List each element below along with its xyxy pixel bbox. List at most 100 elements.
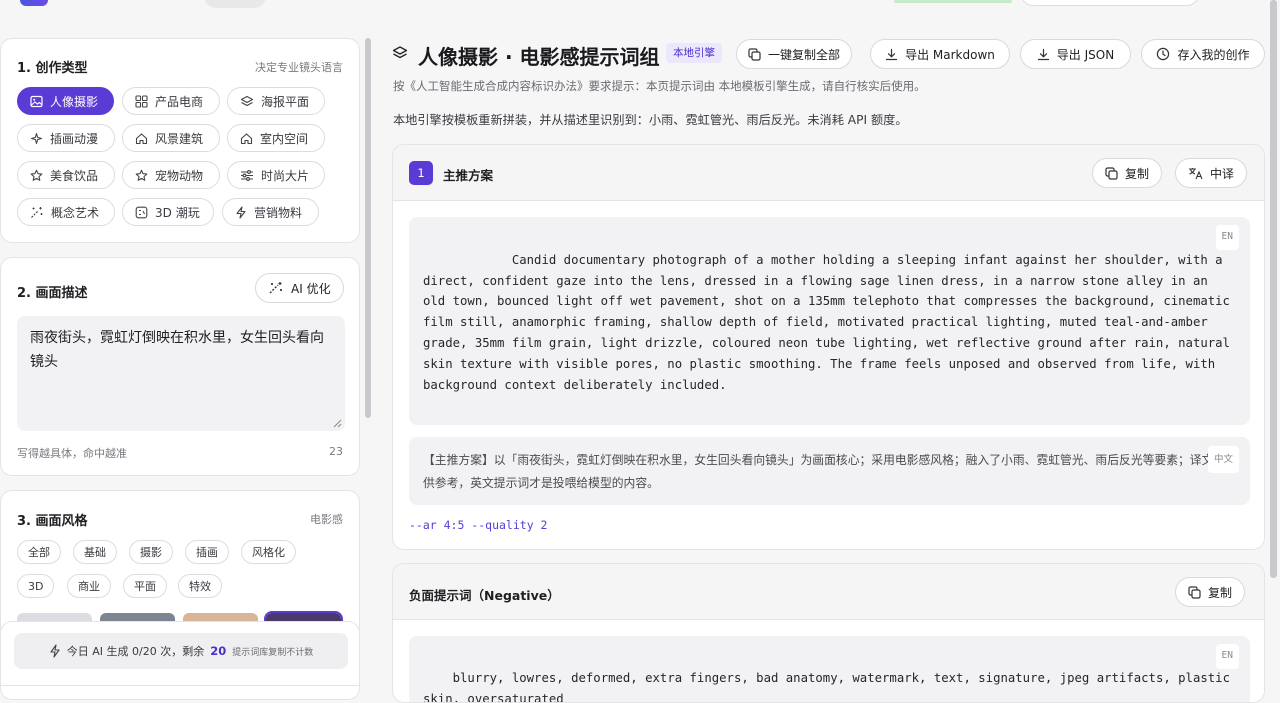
type-chip-label: 宠物动物	[155, 168, 204, 183]
english-lang-badge: EN	[1215, 225, 1239, 250]
app-logo	[20, 0, 48, 6]
negative-title: 负面提示词（Negative）	[409, 588, 560, 603]
action-button[interactable]: 导出 Markdown	[870, 39, 1010, 69]
negative-lang-badge: EN	[1215, 644, 1239, 669]
ai-optimize-button[interactable]: AI 优化	[255, 273, 344, 303]
type-chip[interactable]: 宠物动物	[122, 161, 220, 189]
type-chip-label: 产品电商	[155, 94, 204, 109]
plan-title: 主推方案	[443, 168, 494, 183]
type-chip-label: 3D 潮玩	[155, 205, 200, 220]
action-button[interactable]: 存入我的创作	[1141, 39, 1265, 69]
resize-handle-icon	[333, 419, 342, 428]
plan-number-badge: 1	[409, 161, 433, 185]
chinese-lang-badge: 中文	[1207, 446, 1239, 473]
description-text: 雨夜街头，霓虹灯倒映在积水里，女生回头看向镜头	[30, 330, 324, 370]
copy-button[interactable]: 复制	[1092, 158, 1163, 188]
style-section-note: 电影感	[310, 513, 343, 526]
type-chip[interactable]: 营销物料	[222, 198, 319, 226]
clock-icon	[1156, 47, 1170, 61]
bolt-icon	[235, 205, 247, 219]
style-tag[interactable]: 摄影	[129, 540, 173, 564]
negative-prompt-box[interactable]: EN blurry, lowres, deformed, extra finger…	[409, 636, 1250, 702]
negative-prompt-card: 负面提示词（Negative） 复制 EN blurry, lowres, def…	[392, 563, 1265, 703]
type-chip[interactable]: 概念艺术	[17, 198, 115, 226]
style-tag[interactable]: 全部	[17, 540, 61, 564]
top-bar	[0, 0, 1280, 18]
style-tag[interactable]: 插画	[185, 540, 229, 564]
negative-copy-button[interactable]: 复制	[1175, 577, 1246, 607]
type-section-title: 1. 创作类型	[17, 61, 88, 76]
style-tag[interactable]: 平面	[123, 574, 167, 598]
image-icon	[30, 95, 43, 108]
style-tag[interactable]: 特效	[178, 574, 222, 598]
translate-button[interactable]: 中译	[1175, 158, 1248, 188]
action-label: 导出 JSON	[1056, 47, 1115, 62]
action-button[interactable]: 一键复制全部	[736, 39, 852, 69]
home-icon	[135, 132, 148, 145]
translate-label: 中译	[1210, 166, 1235, 181]
star-icon	[135, 169, 148, 182]
type-chip-label: 人像摄影	[50, 94, 99, 109]
wand-icon	[30, 206, 44, 219]
top-nav-button[interactable]	[204, 0, 266, 8]
description-section-title: 2. 画面描述	[17, 286, 88, 301]
left-scrollbar[interactable]	[365, 38, 371, 418]
type-chip[interactable]: 风景建筑	[122, 124, 220, 152]
english-prompt-box[interactable]: EN Candid documentary photograph of a mo…	[409, 217, 1250, 425]
action-label: 一键复制全部	[768, 47, 841, 62]
type-chip-label: 美食饮品	[50, 168, 99, 183]
quota-footer: 今日 AI 生成 0/20 次，剩余 20 提示词库复制不计数	[0, 621, 360, 686]
grid-icon	[135, 94, 148, 108]
type-chip[interactable]: 人像摄影	[17, 87, 114, 115]
download-icon	[1037, 48, 1050, 61]
copy-label: 复制	[1125, 166, 1150, 181]
star-icon	[30, 169, 43, 182]
type-chip-label: 室内空间	[260, 131, 309, 146]
prompt-params: --ar 4:5 --quality 2	[409, 518, 548, 532]
type-card: 1. 创作类型 决定专业镜头语言 人像摄影 产品电商 海报平面插画动漫 风景建筑 室内空…	[0, 38, 360, 243]
english-prompt-text: Candid documentary photograph of a mothe…	[423, 252, 1238, 392]
box3d-icon	[135, 206, 148, 219]
style-tag[interactable]: 3D	[17, 574, 55, 598]
style-tag[interactable]: 商业	[67, 574, 111, 598]
type-section-note: 决定专业镜头语言	[255, 61, 343, 74]
type-chip-label: 插画动漫	[50, 131, 99, 146]
type-chip[interactable]: 3D 潮玩	[122, 198, 214, 226]
action-button[interactable]: 导出 JSON	[1020, 39, 1131, 69]
style-tag[interactable]: 基础	[73, 540, 117, 564]
layers-icon	[392, 46, 408, 59]
engine-badge: 本地引擎	[666, 43, 722, 63]
type-chip-label: 时尚大片	[261, 168, 310, 183]
home-icon	[240, 132, 253, 145]
top-search[interactable]	[1021, 0, 1199, 6]
type-chip[interactable]: 室内空间	[227, 124, 325, 152]
layers-icon	[240, 95, 254, 108]
style-tag[interactable]: 风格化	[241, 540, 296, 564]
chinese-translation-box: 中文 【主推方案】以「雨夜街头，霓虹灯倒映在积水里，女生回头看向镜头」为画面核心…	[409, 437, 1250, 505]
type-chip[interactable]: 美食饮品	[17, 161, 115, 189]
status-indicator	[894, 0, 1012, 3]
copy-icon	[1188, 585, 1201, 599]
type-chip[interactable]: 插画动漫	[17, 124, 115, 152]
chinese-translation-text: 【主推方案】以「雨夜街头，霓虹灯倒映在积水里，女生回头看向镜头」为画面核心；采用…	[423, 453, 1226, 490]
ai-notice: 按《人工智能生成合成内容标识办法》要求提示：本页提示词由 本地模板引擎生成，请自…	[393, 79, 926, 93]
type-chip-label: 海报平面	[261, 94, 310, 109]
negative-card-header: 负面提示词（Negative） 复制	[393, 564, 1264, 620]
type-chip[interactable]: 产品电商	[122, 87, 220, 115]
wand-icon	[269, 282, 282, 294]
quota-bar: 今日 AI 生成 0/20 次，剩余 20 提示词库复制不计数	[14, 633, 348, 669]
copy-icon	[1105, 166, 1118, 180]
main-card-header: 1 主推方案 复制 中译	[393, 145, 1264, 201]
page-scrollbar[interactable]	[1270, 0, 1277, 578]
type-chip[interactable]: 时尚大片	[227, 161, 325, 189]
type-chip[interactable]: 海报平面	[227, 87, 325, 115]
description-hint: 写得越具体，命中越准	[17, 447, 127, 460]
copy-icon	[748, 47, 761, 61]
ai-optimize-label: AI 优化	[291, 281, 331, 296]
download-icon	[885, 48, 898, 61]
quota-prefix: 今日 AI 生成 0/20 次，剩余	[66, 645, 205, 658]
quota-remaining: 20	[210, 644, 227, 658]
action-label: 导出 Markdown	[905, 47, 995, 62]
character-count: 23	[329, 445, 343, 458]
description-textarea[interactable]: 雨夜街头，霓虹灯倒映在积水里，女生回头看向镜头	[17, 316, 345, 431]
